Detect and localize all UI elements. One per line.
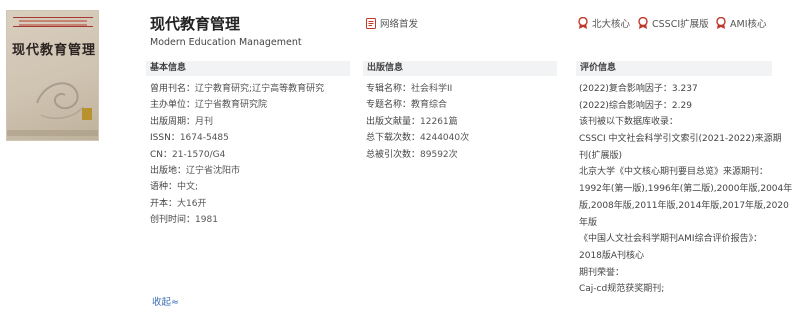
citations-value: 89592次 [420,149,458,160]
basic-info-header: 基本信息 [146,61,350,76]
topic-value: 教育综合 [411,100,448,111]
publication-info-list: 专辑名称：社会科学II 专题名称：教育综合 出版文献量：12261篇 总下载次数… [366,81,469,163]
eval-line: 2018版A刊核心 [579,250,645,261]
topic-row: 专题名称：教育综合 [366,97,469,113]
first-release-badge[interactable]: 网络首发 [366,16,418,30]
downloads-row: 总下载次数：4244040次 [366,130,469,146]
cn-label: CN： [150,149,173,160]
articles-label: 出版文献量： [366,116,421,127]
eval-line: 刊(扩展版) [579,150,623,161]
evaluation-info-header: 评价信息 [576,61,772,76]
cover-title: 现代教育管理 [12,43,97,58]
eval-line: 版,2008年版,2011年版,2014年版,2017年版,2020 [579,200,789,211]
ami-core-label: AMI核心 [730,19,767,30]
cycle-label: 出版周期： [150,116,196,127]
eval-line: CSSCI 中文社会科学引文索引(2021-2022)来源期 [579,134,782,145]
founded-row: 创刊时间：1981 [150,212,324,228]
cycle-value: 月刊 [195,116,214,127]
cssci-badge[interactable]: CSSCI扩展版 [638,16,709,30]
eval-line: 该刊被以下数据库收录： [579,117,679,128]
eval-line: (2022)综合影响因子：2.29 [579,100,692,111]
journal-title: 现代教育管理 [150,15,241,33]
cover-footer-band [7,130,98,136]
founded-label: 创刊时间： [150,215,196,226]
pku-core-badge[interactable]: 北大核心 [578,16,630,30]
cssci-label: CSSCI扩展版 [652,19,709,30]
place-value: 辽宁省沈阳市 [186,165,241,176]
sponsor-link[interactable]: 辽宁省教育研究院 [195,100,267,110]
subject-label: 专辑名称： [366,84,412,94]
award-medal-icon [638,17,648,29]
journal-english-title: Modern Education Management [150,37,302,48]
cover-gold-mark [82,108,92,120]
issn-row: ISSN：1674-5485 [150,130,324,146]
sponsor-row: 主办单位：辽宁省教育研究院 [150,97,324,113]
eval-line: 年版 [579,217,598,228]
articles-value: 12261篇 [420,116,458,127]
cycle-row: 出版周期：月刊 [150,114,324,130]
place-row: 出版地：辽宁省沈阳市 [150,163,324,179]
cn-row: CN：21-1570/G4 [150,147,324,163]
publication-info-header: 出版信息 [363,61,557,76]
former-name-label: 曾用刊名： [150,84,196,94]
eval-line: 期刊荣誉： [579,267,625,278]
former-name-link-2[interactable]: 辽宁高等教育研究 [252,84,324,94]
document-icon [366,17,376,29]
eval-line: (2022)复合影响因子：3.237 [579,84,698,94]
award-medal-icon [716,17,726,29]
basic-info-list: 曾用刊名：辽宁教育研究;辽宁高等教育研究 主办单位：辽宁省教育研究院 出版周期：… [150,81,324,229]
cover-header-strip [13,17,93,27]
downloads-value: 4244040次 [420,133,470,144]
eval-line: 1992年(第一版),1996年(第二版),2000年版,2004年 [579,184,793,195]
eval-line: Caj-cd规范获奖期刊; [579,284,665,295]
issn-value: 1674-5485 [179,133,229,144]
language-label: 语种： [150,182,178,193]
eval-line: 北京大学《中文核心期刊要目总览》来源期刊： [579,167,769,178]
place-label: 出版地： [150,165,187,176]
subject-row: 专辑名称：社会科学II [366,81,469,97]
former-name-row: 曾用刊名：辽宁教育研究;辽宁高等教育研究 [150,81,324,97]
downloads-label: 总下载次数： [366,133,421,144]
collapse-link[interactable]: 收起≈ [152,294,179,308]
language-row: 语种：中文; [150,179,324,195]
award-medal-icon [578,17,588,29]
cn-value: 21-1570/G4 [172,149,226,160]
issn-label: ISSN： [150,133,180,144]
format-label: 开本： [150,198,178,209]
former-name-link-1[interactable]: 辽宁教育研究 [195,84,249,94]
eval-line: 《中国人文社会科学期刊AMI综合评价报告》： [579,234,763,245]
first-release-label: 网络首发 [380,19,419,30]
subject-value: 社会科学II [411,84,453,94]
sponsor-label: 主办单位： [150,100,196,111]
ami-core-badge[interactable]: AMI核心 [716,16,767,30]
journal-cover-image: 现代教育管理 [6,10,99,141]
citations-row: 总被引次数：89592次 [366,147,469,163]
founded-value: 1981 [195,215,218,226]
pku-core-label: 北大核心 [592,19,631,30]
topic-label: 专题名称： [366,100,412,111]
format-row: 开本：大16开 [150,196,324,212]
format-value: 大16开 [177,198,207,209]
citations-label: 总被引次数： [366,149,421,160]
articles-row: 出版文献量：12261篇 [366,114,469,130]
evaluation-info-list: (2022)复合影响因子：3.237 (2022)综合影响因子：2.29 该刊被… [579,81,793,298]
language-value: 中文; [177,182,199,193]
